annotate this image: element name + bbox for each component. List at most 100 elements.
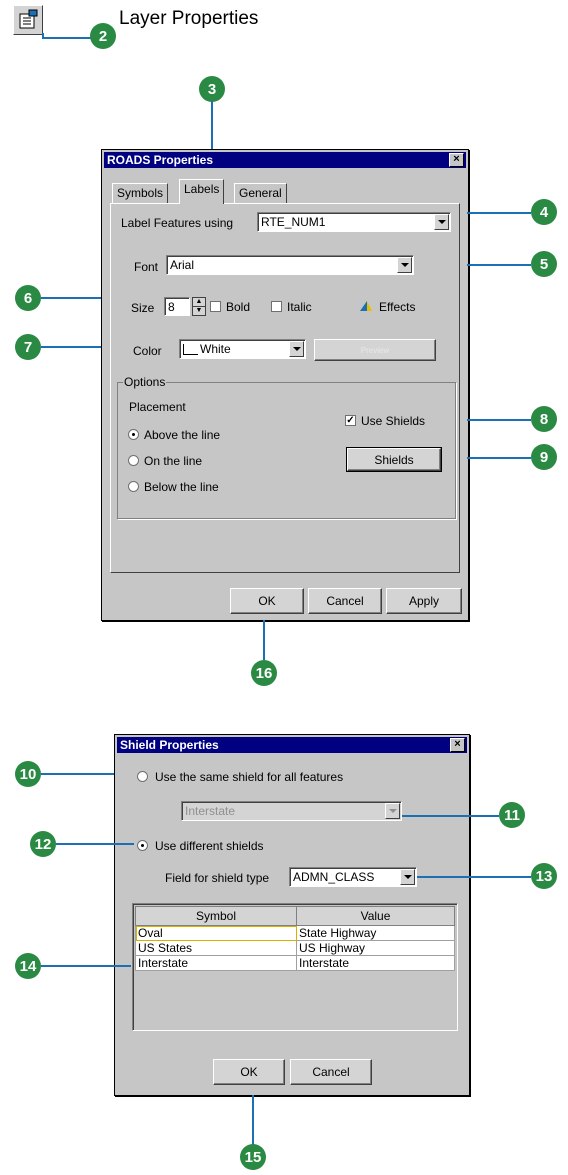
dialog-titlebar[interactable]: ROADS Properties × <box>104 152 466 168</box>
effects-button[interactable]: Effects <box>379 300 415 314</box>
col-value-header[interactable]: Value <box>296 906 455 926</box>
label-features-label: Label Features using <box>121 216 234 230</box>
callout-10: 10 <box>15 761 41 787</box>
close-icon[interactable]: × <box>450 738 465 752</box>
shield-table: Symbol Value Oval State Highway US State… <box>132 903 458 1031</box>
field-shield-type-value: ADMN_CLASS <box>293 870 375 884</box>
shields-button-label: Shields <box>374 452 414 467</box>
dialog-titlebar[interactable]: Shield Properties × <box>117 737 467 753</box>
chevron-down-icon[interactable] <box>289 341 304 357</box>
value-cell[interactable]: US Highway <box>296 940 455 956</box>
callout-9: 9 <box>531 444 557 470</box>
spin-down-icon[interactable]: ▼ <box>193 307 205 315</box>
callout-leader <box>402 815 499 817</box>
close-icon[interactable]: × <box>449 153 464 167</box>
spin-up-icon[interactable]: ▲ <box>193 298 205 307</box>
font-label: Font <box>134 260 159 274</box>
label-features-dropdown[interactable]: RTE_NUM1 <box>257 212 451 232</box>
layer-properties-button[interactable] <box>13 5 43 35</box>
symbol-cell[interactable]: Interstate <box>135 955 297 971</box>
value-cell[interactable]: State Highway <box>296 925 455 941</box>
symbol-cell[interactable]: Oval <box>135 925 297 941</box>
callout-leader <box>41 297 101 299</box>
cancel-button[interactable]: Cancel <box>308 588 382 614</box>
callout-6: 6 <box>15 285 41 311</box>
layer-properties-icon <box>19 9 38 29</box>
radio-different-label: Use different shields <box>155 839 264 853</box>
callout-leader <box>467 419 531 421</box>
callout-11: 11 <box>499 802 525 828</box>
preview-button[interactable]: Preview <box>314 339 436 361</box>
callout-leader <box>41 346 101 348</box>
tab-labels[interactable]: Labels <box>179 179 225 204</box>
same-shield-value: Interstate <box>185 804 236 818</box>
callout-leader <box>417 876 531 878</box>
callout-13: 13 <box>531 863 557 889</box>
col-symbol-header[interactable]: Symbol <box>135 906 297 926</box>
tab-general[interactable]: General <box>234 183 287 204</box>
callout-leader <box>42 33 44 39</box>
dialog-title: ROADS Properties <box>107 153 214 167</box>
use-shields-checkbox[interactable]: ✓ <box>345 415 356 426</box>
symbol-cell[interactable]: US States <box>135 940 297 956</box>
chevron-down-icon[interactable] <box>434 214 449 230</box>
callout-15: 15 <box>240 1144 266 1170</box>
ok-button[interactable]: OK <box>213 1059 285 1085</box>
placement-label: Placement <box>129 400 186 414</box>
callout-5: 5 <box>531 251 557 277</box>
radio-same-shield[interactable] <box>137 771 148 782</box>
cancel-button[interactable]: Cancel <box>290 1059 372 1085</box>
same-shield-dropdown[interactable]: Interstate <box>181 801 402 821</box>
radio-same-label: Use the same shield for all features <box>155 770 344 784</box>
value-cell[interactable]: Interstate <box>296 955 455 971</box>
color-swatch <box>183 344 198 356</box>
table-row[interactable]: Interstate Interstate <box>135 955 455 971</box>
callout-leader <box>467 212 531 214</box>
font-value: Arial <box>170 258 195 272</box>
apply-button[interactable]: Apply <box>386 588 462 614</box>
callout-leader <box>56 843 134 845</box>
effects-icon[interactable] <box>358 299 374 313</box>
chevron-down-icon[interactable] <box>385 803 400 819</box>
size-spinner[interactable]: ▲ ▼ <box>192 297 206 316</box>
page-title: Layer Properties <box>119 8 259 29</box>
dialog-title: Shield Properties <box>120 738 219 752</box>
callout-12: 12 <box>30 831 56 857</box>
radio-below-the-line[interactable] <box>128 481 139 492</box>
callout-leader <box>41 773 114 775</box>
callout-7: 7 <box>15 334 41 360</box>
shields-button[interactable]: Shields <box>346 447 442 472</box>
use-shields-label: Use Shields <box>361 414 426 428</box>
radio-different-shields[interactable] <box>137 840 148 851</box>
ok-label: OK <box>240 1065 258 1079</box>
ok-button[interactable]: OK <box>230 588 304 614</box>
size-label: Size <box>131 301 155 315</box>
table-row[interactable]: US States US Highway <box>135 940 455 956</box>
label-features-value: RTE_NUM1 <box>261 215 326 229</box>
color-value: White <box>200 342 231 356</box>
callout-leader <box>263 620 265 660</box>
field-shield-type-dropdown[interactable]: ADMN_CLASS <box>289 867 417 887</box>
color-dropdown[interactable]: White <box>179 339 306 359</box>
callout-leader <box>41 965 131 967</box>
radio-on-label: On the line <box>144 454 203 468</box>
bold-checkbox[interactable] <box>210 301 221 312</box>
size-input[interactable]: 8 <box>164 297 190 316</box>
roads-properties-dialog: ROADS Properties × Symbols Labels Genera… <box>101 149 469 621</box>
chevron-down-icon[interactable] <box>400 869 415 885</box>
table-row[interactable]: Oval State Highway <box>135 925 455 941</box>
chevron-down-icon[interactable] <box>397 257 412 273</box>
ok-label: OK <box>258 594 276 608</box>
options-label: Options <box>123 375 167 389</box>
italic-checkbox[interactable] <box>271 301 282 312</box>
callout-16: 16 <box>251 660 277 686</box>
radio-below-label: Below the line <box>144 480 219 494</box>
callout-8: 8 <box>531 406 557 432</box>
radio-on-the-line[interactable] <box>128 455 139 466</box>
font-dropdown[interactable]: Arial <box>166 255 414 275</box>
radio-above-the-line[interactable] <box>128 429 139 440</box>
callout-3: 3 <box>199 76 225 102</box>
tab-symbols[interactable]: Symbols <box>112 183 169 204</box>
color-label: Color <box>133 344 162 358</box>
cancel-label: Cancel <box>326 594 364 608</box>
